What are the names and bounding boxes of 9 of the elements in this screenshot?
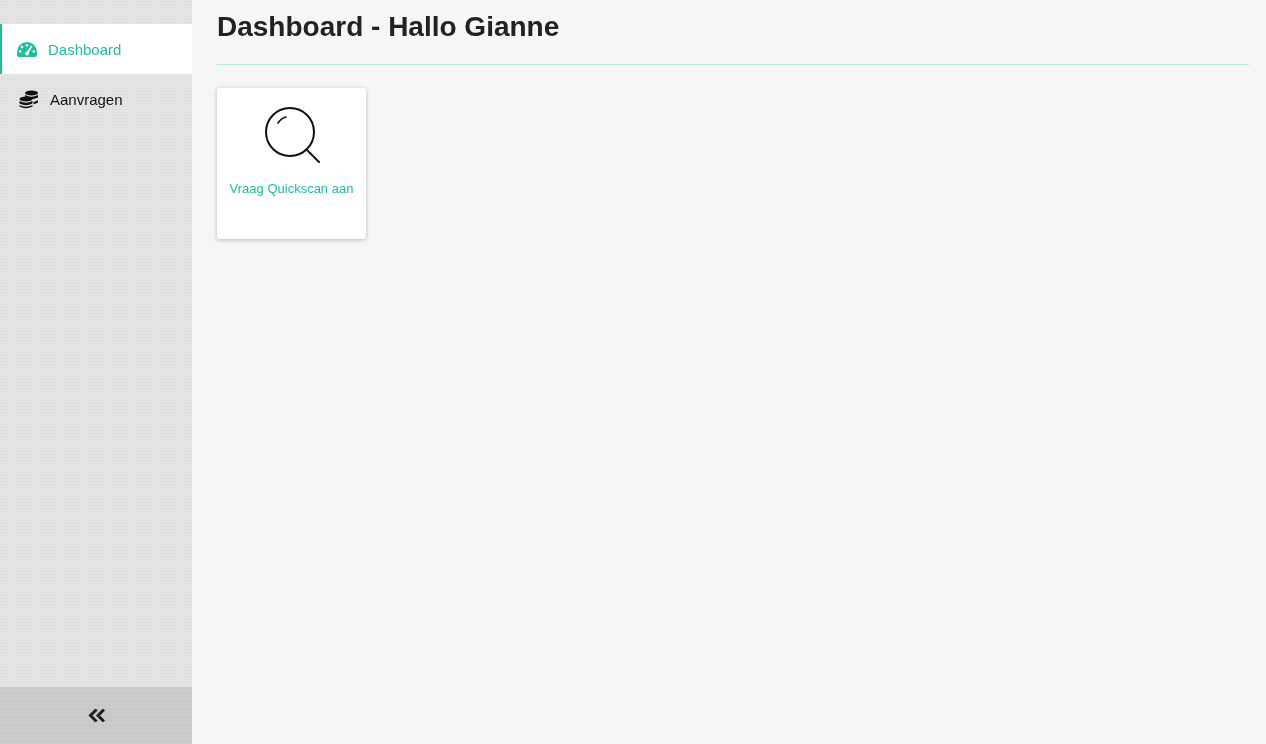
search-icon	[263, 107, 320, 163]
sidebar-item[interactable]: Aanvragen	[0, 74, 192, 124]
action-tile[interactable]: Vraag Quickscan aan	[217, 88, 366, 239]
sidebar-item[interactable]: Dashboard	[0, 24, 192, 74]
gauge-icon	[17, 41, 37, 57]
collapse-sidebar-button[interactable]	[0, 687, 192, 744]
page-title: Dashboard - Hallo Gianne	[217, 10, 561, 44]
double-chevron-left-icon	[87, 709, 105, 722]
coins-icon	[19, 89, 39, 109]
